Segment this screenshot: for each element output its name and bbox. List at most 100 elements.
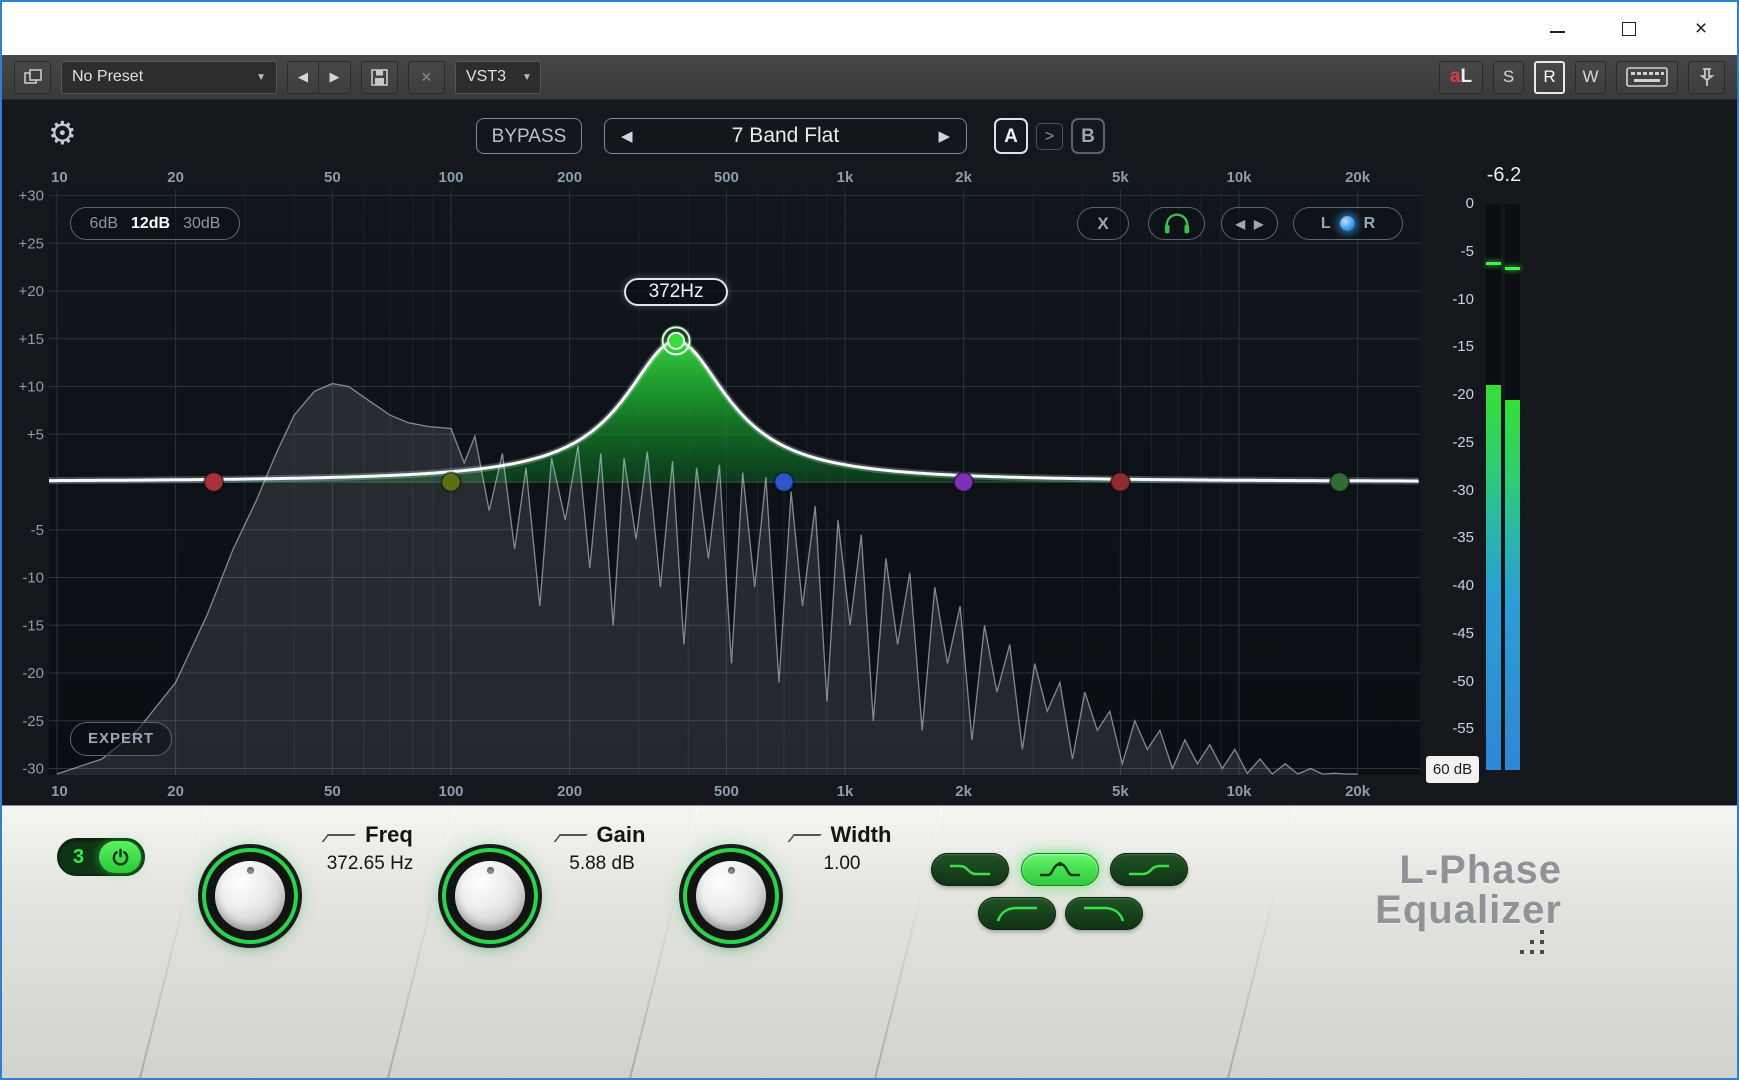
bell-icon: [1038, 860, 1082, 880]
save-preset-button[interactable]: [361, 61, 398, 94]
eq-node-band-4[interactable]: [774, 473, 793, 492]
keyboard-button[interactable]: [1616, 61, 1678, 94]
gain-value: 5.88 dB: [517, 853, 687, 875]
caret-down-icon: ▼: [522, 72, 532, 83]
maximize-icon: [1622, 22, 1636, 36]
db-tick-label: +15: [19, 331, 44, 348]
filter-low-shelf-button[interactable]: [931, 853, 1009, 886]
close-button[interactable]: ×: [1665, 2, 1737, 55]
filter-low-cut-button[interactable]: [978, 897, 1056, 930]
logo-line2: Equalizer: [1292, 890, 1562, 930]
db-range-selector[interactable]: 6dB 12dB 30dB: [70, 207, 240, 240]
filter-high-shelf-button[interactable]: [1110, 853, 1188, 886]
automation-a-label: a: [1450, 66, 1461, 88]
compare-b-button[interactable]: B: [1071, 118, 1105, 154]
range-option-12db[interactable]: 12dB: [131, 215, 170, 233]
gain-knob-cap: [455, 861, 525, 931]
eq-node-band-6[interactable]: [1111, 473, 1130, 492]
band-nav-buttons[interactable]: ◀ ▶: [1221, 207, 1278, 240]
pin-button[interactable]: [1688, 61, 1725, 94]
freq-tick-top: 500: [714, 169, 739, 186]
freq-tick-bottom: 50: [324, 783, 341, 800]
db-tick-label: -25: [22, 713, 44, 730]
toolbar-s-button[interactable]: S: [1493, 61, 1524, 94]
range-option-6db[interactable]: 6dB: [90, 215, 118, 233]
next-preset-button[interactable]: ▶: [319, 61, 351, 94]
eq-node-band-3[interactable]: [668, 333, 684, 349]
copy-a-to-b-button[interactable]: >: [1036, 123, 1063, 150]
settings-gear-icon[interactable]: ⚙: [48, 114, 77, 152]
meter-scale-label: 0: [1466, 195, 1474, 212]
automation-lanes-button[interactable]: aL: [1439, 61, 1483, 94]
meter-scale-label: -55: [1452, 720, 1474, 737]
freq-knob[interactable]: [206, 852, 294, 940]
eq-preset-next-icon[interactable]: ▶: [922, 127, 966, 145]
db-tick-label: -20: [22, 665, 44, 682]
band-solo-button[interactable]: X: [1077, 207, 1129, 240]
preset-dropdown[interactable]: No Preset ▼: [61, 61, 277, 94]
freq-tick-bottom: 20k: [1345, 783, 1371, 800]
filter-high-cut-button[interactable]: [1065, 897, 1143, 930]
delete-preset-button[interactable]: ×: [408, 61, 445, 94]
listen-button[interactable]: [1148, 207, 1205, 240]
meter-bar-right: [1505, 204, 1520, 770]
band-enable-toggle[interactable]: 3: [57, 838, 145, 876]
freq-control-labels: Freq 372.65 Hz: [285, 822, 455, 875]
logo-line1: L-Phase: [1292, 850, 1562, 890]
plugin-logo: L-Phase Equalizer: [1292, 850, 1562, 930]
width-value: 1.00: [757, 853, 927, 875]
eq-preset-prev-icon[interactable]: ◀: [605, 127, 649, 145]
meter-scale-label: -40: [1452, 577, 1474, 594]
toolbar-r-button[interactable]: R: [1534, 61, 1565, 94]
width-knob-cap: [696, 861, 766, 931]
eq-node-band-7[interactable]: [1330, 473, 1349, 492]
low-cut-icon: [995, 904, 1039, 924]
titlebar[interactable]: ×: [2, 2, 1737, 55]
eq-graph[interactable]: 1010202050501001002002005005001k1k2k2k5k…: [10, 160, 1422, 805]
knob-pointer-dot: [247, 867, 254, 874]
db-tick-label: -30: [22, 761, 44, 778]
level-meter: [1486, 204, 1522, 770]
prev-preset-button[interactable]: ◀: [287, 61, 319, 94]
channel-mode-toggle[interactable]: L R: [1293, 207, 1403, 240]
freq-tick-top: 5k: [1112, 169, 1129, 186]
prev-band-icon[interactable]: ◀: [1236, 217, 1245, 231]
bypass-button[interactable]: BYPASS: [476, 118, 582, 154]
expert-button[interactable]: EXPERT: [70, 722, 172, 756]
eq-main-area: ⚙ BYPASS ◀ 7 Band Flat ▶ A > B 101020205…: [2, 100, 1737, 805]
freq-tick-bottom: 5k: [1112, 783, 1129, 800]
eq-preset-selector[interactable]: ◀ 7 Band Flat ▶: [604, 118, 967, 154]
stereo-link-icon[interactable]: [1340, 216, 1355, 231]
compare-a-button[interactable]: A: [994, 118, 1028, 154]
minimize-button[interactable]: [1521, 2, 1593, 55]
meter-range-button[interactable]: 60 dB: [1426, 756, 1479, 783]
next-band-icon[interactable]: ▶: [1254, 217, 1263, 231]
power-button[interactable]: [99, 841, 141, 873]
meter-scale-label: -10: [1452, 291, 1474, 308]
meter-scale: 0-5-10-15-20-25-30-35-40-45-50-55: [1426, 100, 1478, 805]
freq-tick-top: 20: [167, 169, 184, 186]
width-control-labels: Width 1.00: [757, 822, 927, 875]
label-pointer: [787, 834, 821, 842]
db-tick-label: +20: [19, 283, 44, 300]
eq-node-band-1[interactable]: [204, 473, 223, 492]
freq-tick-top: 100: [438, 169, 463, 186]
maximize-button[interactable]: [1593, 2, 1665, 55]
eq-node-band-2[interactable]: [442, 473, 461, 492]
power-icon: [111, 848, 130, 867]
caret-down-icon: ▼: [256, 72, 266, 83]
meter-bar-left: [1486, 204, 1501, 770]
filter-bell-button[interactable]: [1021, 853, 1099, 886]
panels-button[interactable]: [14, 61, 51, 94]
meter-scale-label: -50: [1452, 673, 1474, 690]
range-option-30db[interactable]: 30dB: [183, 215, 220, 233]
format-dropdown[interactable]: VST3 ▼: [455, 61, 541, 94]
preset-nav-group: ◀ ▶: [287, 61, 351, 94]
label-pointer: [322, 834, 356, 842]
toolbar-w-button[interactable]: W: [1575, 61, 1606, 94]
eq-node-band-5[interactable]: [954, 473, 973, 492]
peak-hold-left: [1486, 262, 1501, 265]
panel-divider: [1224, 805, 1299, 1078]
freq-label: Freq: [365, 822, 413, 848]
resize-grip[interactable]: [1520, 928, 1550, 958]
